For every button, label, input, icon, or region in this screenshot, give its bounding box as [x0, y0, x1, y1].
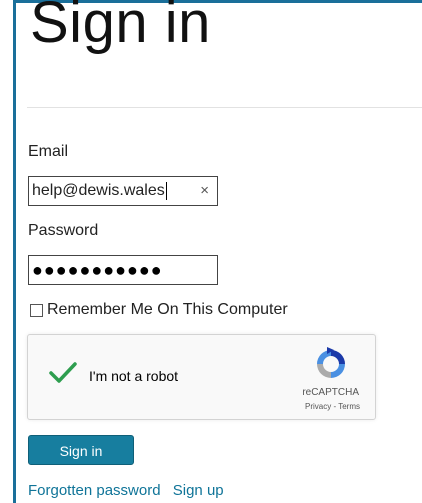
remember-me[interactable]: Remember Me On This Computer: [30, 301, 288, 319]
recaptcha-logo-icon: [313, 346, 349, 387]
text-caret: [165, 181, 167, 200]
recaptcha-widget[interactable]: I'm not a robot reCAPTCHA Privacy - Term…: [27, 334, 376, 420]
email-field[interactable]: help@dewis.wales ×: [28, 176, 218, 206]
recaptcha-brand: reCAPTCHA: [302, 387, 359, 398]
page-title: Sign in: [30, 0, 211, 55]
forgot-password-link[interactable]: Forgotten password: [28, 482, 161, 499]
password-value: ●●●●●●●●●●●: [32, 260, 163, 280]
remember-label: Remember Me On This Computer: [47, 301, 288, 318]
account-links: Forgotten password Sign up: [28, 482, 232, 499]
signin-page: Sign in Email help@dewis.wales × Passwor…: [0, 0, 422, 503]
clear-icon[interactable]: ×: [200, 177, 209, 205]
email-label: Email: [28, 143, 69, 160]
signup-link[interactable]: Sign up: [173, 482, 224, 499]
recaptcha-label: I'm not a robot: [89, 368, 179, 384]
email-value: help@dewis.wales: [32, 181, 167, 200]
remember-checkbox[interactable]: [30, 303, 43, 317]
check-icon[interactable]: [48, 361, 78, 390]
page-left-border: [13, 0, 16, 503]
password-field[interactable]: ●●●●●●●●●●●: [28, 255, 218, 285]
password-label: Password: [28, 222, 99, 239]
title-divider: [27, 107, 422, 108]
signin-button[interactable]: Sign in: [28, 435, 134, 465]
recaptcha-privacy-terms-link[interactable]: Privacy - Terms: [305, 402, 360, 411]
